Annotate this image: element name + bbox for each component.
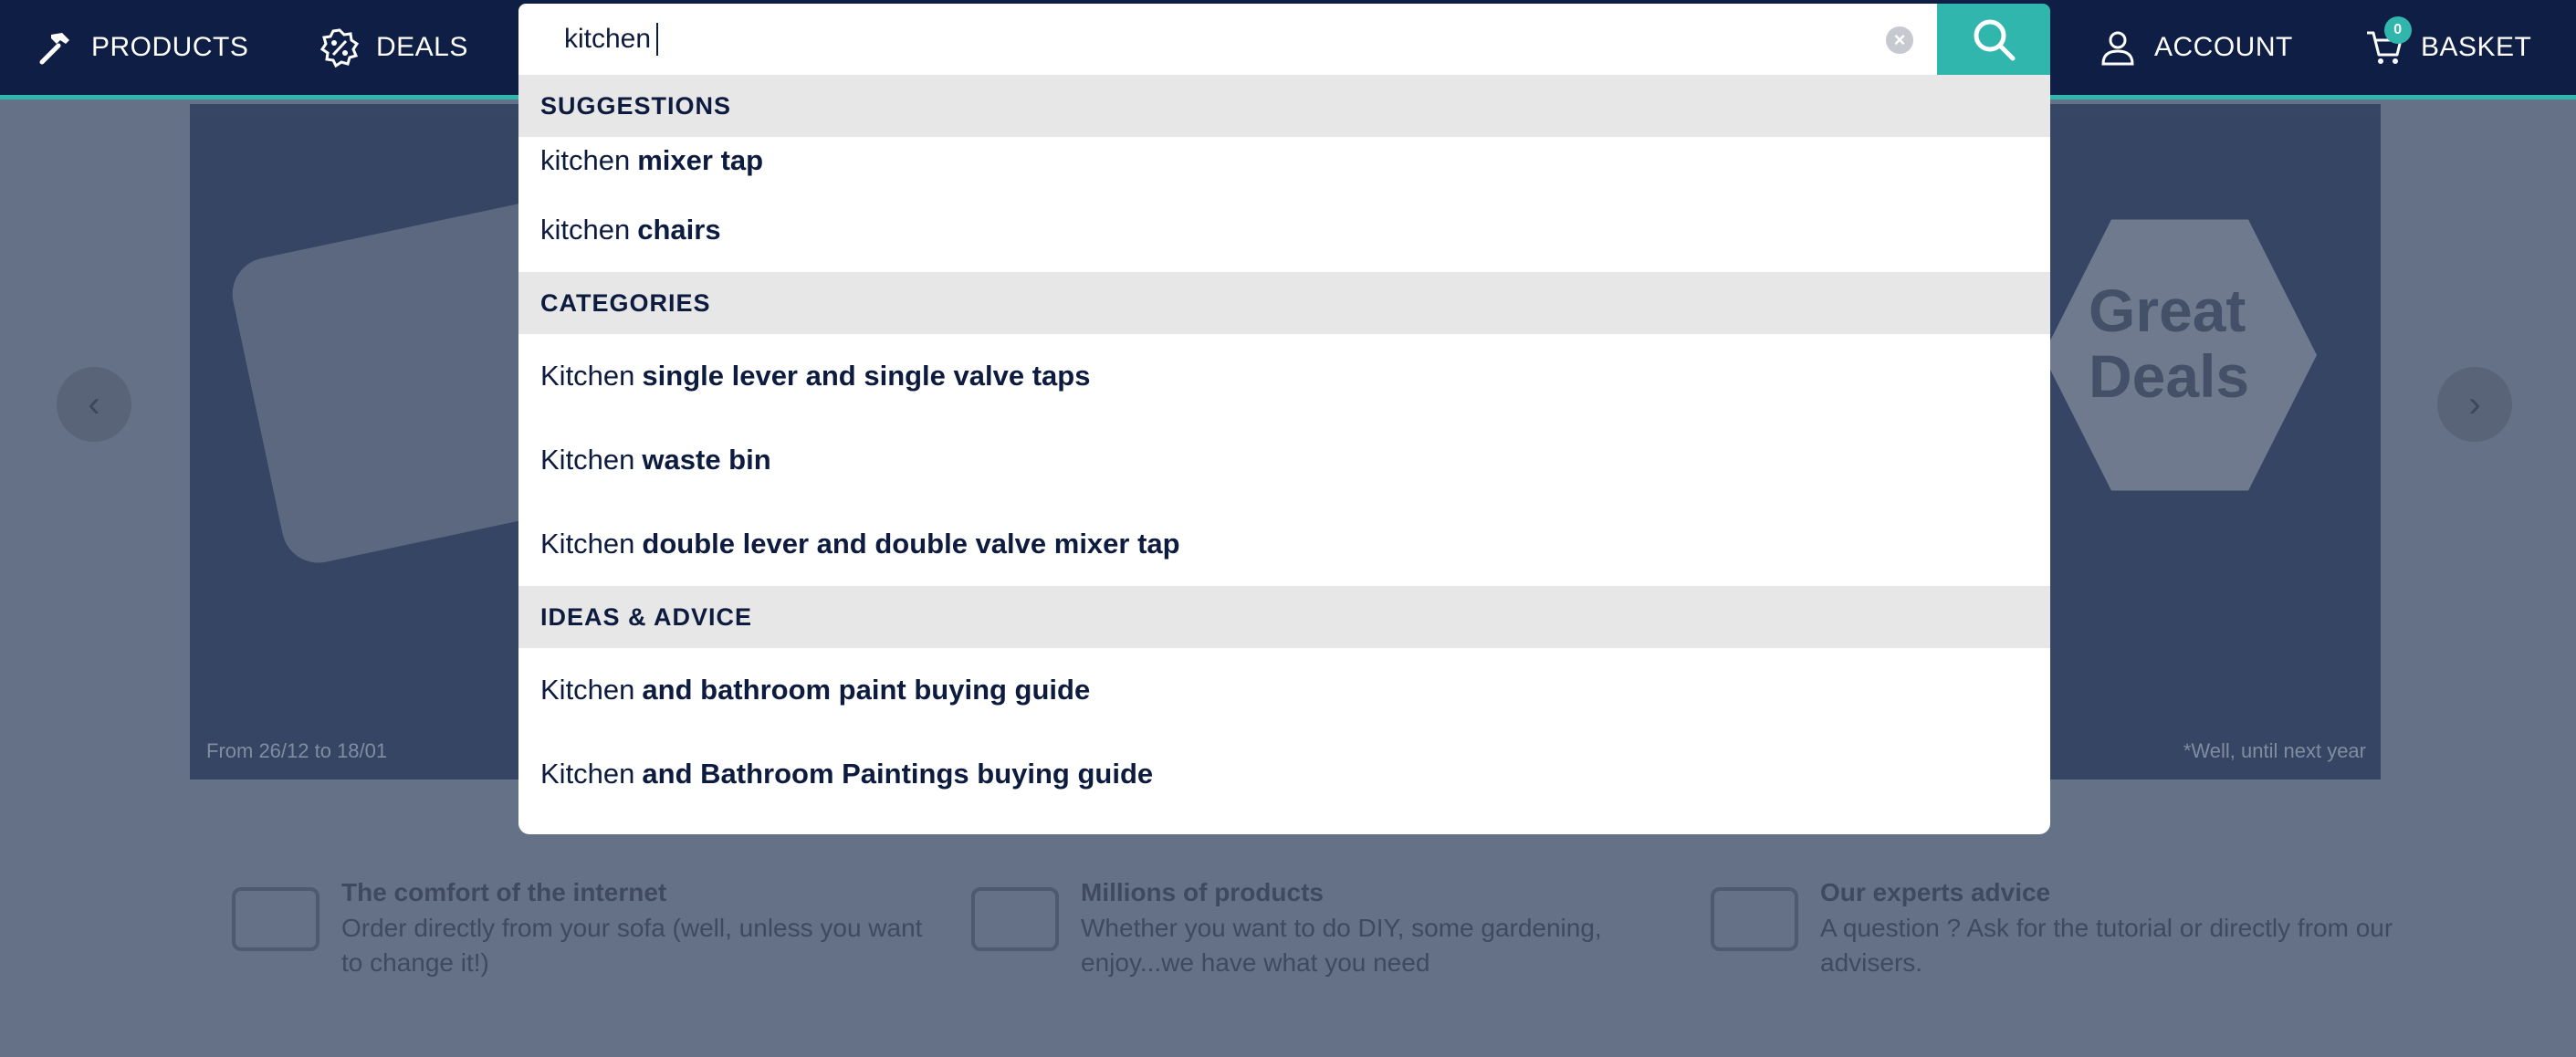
cart-icon: 0 xyxy=(2364,16,2412,68)
nav-account-label: ACCOUNT xyxy=(2154,32,2293,62)
idea-match: and bathroom paint buying guide xyxy=(642,674,1091,706)
clear-icon[interactable]: × xyxy=(1886,26,1913,54)
hammer-icon xyxy=(35,27,75,68)
search-icon xyxy=(1974,19,2016,61)
carousel-prev-button[interactable]: ‹ xyxy=(57,367,131,442)
advisor-icon xyxy=(1711,887,1798,951)
idea-item[interactable]: Kitchen and bathroom paint buying guide xyxy=(518,648,2050,732)
idea-prefix: Kitchen xyxy=(540,758,635,790)
feature-text: Order directly from your sofa (well, unl… xyxy=(341,914,923,977)
category-match: single lever and single valve taps xyxy=(642,360,1091,392)
nav-basket[interactable]: 0 BASKET xyxy=(2364,0,2531,95)
user-icon xyxy=(2098,27,2138,68)
tools-icon xyxy=(971,887,1059,951)
hero-note: *Well, until next year xyxy=(2183,739,2366,762)
nav-deals[interactable]: DEALS xyxy=(319,0,468,95)
badge-percent-icon xyxy=(319,27,360,68)
hero-dates: From 26/12 to 18/01 xyxy=(206,739,388,762)
feature-products[interactable]: Millions of products Whether you want to… xyxy=(971,878,1665,980)
category-match: double lever and double valve mixer tap xyxy=(642,528,1180,560)
search-button[interactable] xyxy=(1937,4,2050,75)
suggestion-item[interactable]: kitchen chairs xyxy=(518,188,2050,272)
search-input[interactable]: kitchen × xyxy=(518,4,1937,75)
category-item[interactable]: Kitchen waste bin xyxy=(518,418,2050,502)
search-input-value[interactable]: kitchen xyxy=(564,4,659,75)
sofa-icon xyxy=(232,887,319,951)
idea-match: and Bathroom Paintings buying guide xyxy=(642,758,1154,790)
nav-basket-label: BASKET xyxy=(2421,32,2532,62)
feature-text: Whether you want to do DIY, some gardeni… xyxy=(1081,914,1602,977)
nav-products-label: PRODUCTS xyxy=(91,32,249,62)
suggestion-match: chairs xyxy=(637,214,721,246)
feature-comfort[interactable]: The comfort of the internet Order direct… xyxy=(232,878,926,980)
nav-products[interactable]: PRODUCTS xyxy=(35,0,248,95)
category-item[interactable]: Kitchen double lever and double valve mix… xyxy=(518,502,2050,586)
suggestion-prefix: kitchen xyxy=(540,144,631,176)
nav-deals-label: DEALS xyxy=(376,32,468,62)
categories-heading: CATEGORIES xyxy=(518,272,2050,334)
carousel-next-button[interactable]: › xyxy=(2437,367,2512,442)
search-suggestions-dropdown: SUGGESTIONS kitchen mixer tap kitchen chai… xyxy=(518,75,2050,834)
suggestion-match: mixer tap xyxy=(637,144,764,176)
idea-prefix: Kitchen xyxy=(540,674,635,706)
suggestions-heading: SUGGESTIONS xyxy=(518,75,2050,137)
nav-account[interactable]: ACCOUNT xyxy=(2098,0,2293,95)
feature-advice[interactable]: Our experts advice A question ? Ask for … xyxy=(1711,878,2404,980)
text-caret xyxy=(656,23,659,56)
feature-title: The comfort of the internet xyxy=(341,878,667,906)
feature-title: Millions of products xyxy=(1081,878,1324,906)
suggestion-item[interactable]: kitchen mixer tap xyxy=(518,137,2050,188)
category-prefix: Kitchen xyxy=(540,360,635,392)
hero-badge-text: Great Deals xyxy=(2089,277,2250,410)
search-query: kitchen xyxy=(564,24,652,54)
suggestion-prefix: kitchen xyxy=(540,214,631,246)
ideas-heading: IDEAS & ADVICE xyxy=(518,586,2050,648)
category-item[interactable]: Kitchen single lever and single valve tap… xyxy=(518,334,2050,418)
basket-count-badge: 0 xyxy=(2384,16,2412,44)
category-match: waste bin xyxy=(642,444,771,476)
feature-title: Our experts advice xyxy=(1820,878,2051,906)
idea-item[interactable]: Kitchen and Bathroom Paintings buying gui… xyxy=(518,732,2050,816)
feature-text: A question ? Ask for the tutorial or dir… xyxy=(1820,914,2393,977)
category-prefix: Kitchen xyxy=(540,444,635,476)
category-prefix: Kitchen xyxy=(540,528,635,560)
